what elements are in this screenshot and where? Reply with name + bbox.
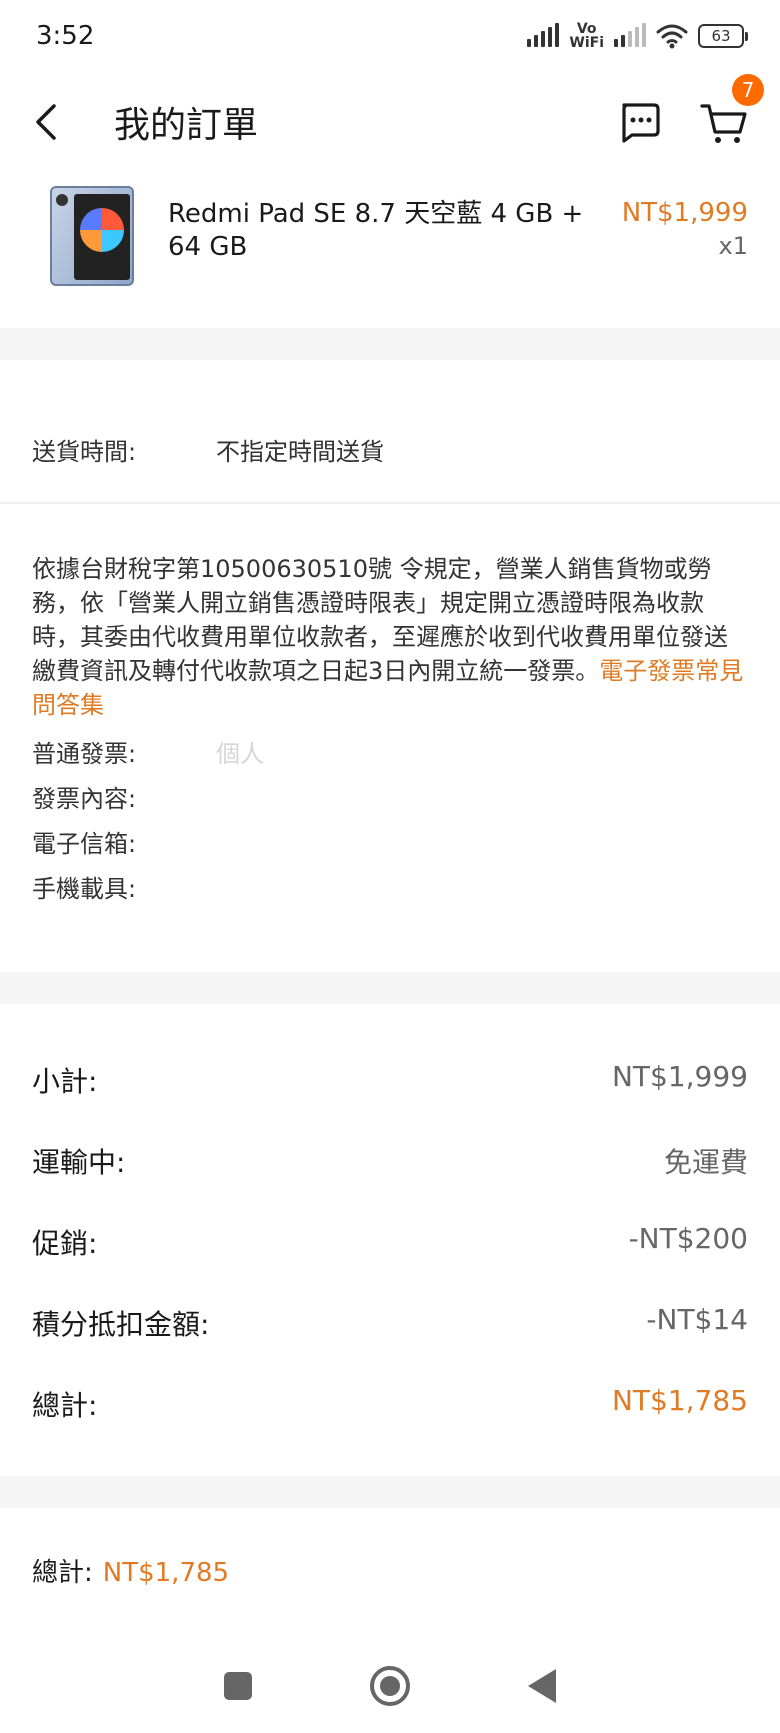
- vowifi-icon: Vo WiFi: [569, 21, 604, 51]
- shipping-label: 運輸中:: [32, 1146, 126, 1179]
- battery-icon: 63: [698, 24, 748, 48]
- footer-total: 總計: NT$1,785: [32, 1552, 229, 1589]
- total-value: NT$1,785: [611, 1384, 748, 1417]
- section-divider: [0, 328, 780, 360]
- points-deduction-value: -NT$14: [646, 1303, 748, 1336]
- home-button[interactable]: [370, 1665, 410, 1706]
- product-item[interactable]: Redmi Pad SE 8.7 天空藍 4 GB + 64 GB NT$1,9…: [0, 180, 780, 328]
- subtotal-value: NT$1,999: [611, 1060, 748, 1093]
- cellular-signal-2-icon: [614, 23, 646, 47]
- status-time: 3:52: [36, 21, 95, 51]
- points-deduction-label: 積分抵扣金額:: [32, 1308, 210, 1341]
- total-label: 總計:: [32, 1389, 98, 1422]
- footer-total-label: 總計:: [32, 1558, 93, 1588]
- system-nav-bar: [0, 1638, 780, 1733]
- invoice-email-label: 電子信箱:: [32, 830, 137, 858]
- invoice-content-label: 發票內容:: [32, 785, 137, 813]
- product-quantity: x1: [718, 232, 748, 260]
- system-back-button[interactable]: [528, 1668, 556, 1703]
- delivery-time-label: 送貨時間:: [32, 438, 137, 466]
- header: 我的訂單 7: [0, 72, 780, 172]
- product-price-block: NT$1,999 x1: [622, 198, 748, 328]
- battery-level: 63: [711, 27, 731, 45]
- subtotal-label: 小計:: [32, 1065, 98, 1098]
- header-actions: 7: [616, 74, 764, 148]
- wifi-icon: [656, 24, 688, 49]
- recent-apps-button[interactable]: [224, 1671, 252, 1700]
- shipping-value: 免運費: [663, 1146, 748, 1179]
- cellular-signal-icon: [527, 23, 560, 47]
- invoice-type-label: 普通發票:: [32, 740, 137, 768]
- cart-button[interactable]: 7: [698, 74, 764, 148]
- section-divider: [0, 1476, 780, 1508]
- invoice-carrier-label: 手機載具:: [32, 875, 137, 903]
- invoice-type-value: 個人: [216, 740, 264, 768]
- promotion-value: -NT$200: [628, 1222, 748, 1255]
- delivery-time-value: 不指定時間送貨: [216, 438, 384, 466]
- cart-count-badge: 7: [732, 74, 764, 106]
- footer-total-value: NT$1,785: [102, 1558, 230, 1588]
- invoice-notice: 依據台財稅字第10500630510號 令規定，營業人銷售貨物或勞務，依「營業人…: [32, 552, 748, 722]
- status-bar: 3:52 Vo WiFi 63: [0, 0, 780, 72]
- message-icon[interactable]: [616, 99, 662, 145]
- promotion-label: 促銷:: [32, 1227, 98, 1260]
- product-name: Redmi Pad SE 8.7 天空藍 4 GB + 64 GB: [168, 199, 584, 262]
- delivery-divider: [0, 502, 780, 504]
- product-price: NT$1,999: [621, 198, 748, 228]
- back-arrow-icon[interactable]: [30, 100, 66, 144]
- page-title: 我的訂單: [114, 105, 259, 146]
- product-image: [50, 186, 134, 286]
- section-divider: [0, 972, 780, 1004]
- status-icons: Vo WiFi 63: [527, 21, 748, 51]
